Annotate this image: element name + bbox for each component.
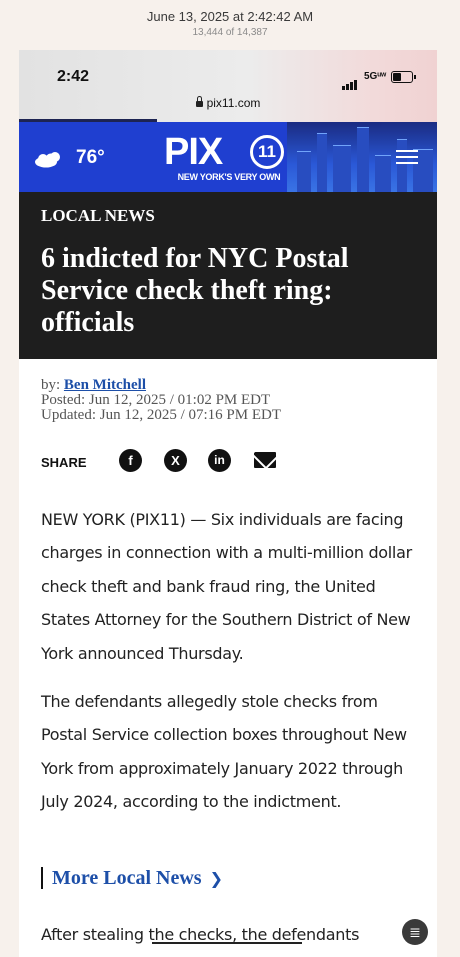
photos-header: June 13, 2025 at 2:42:42 AM 13,444 of 14… bbox=[0, 0, 460, 50]
facebook-icon[interactable]: f bbox=[119, 449, 142, 472]
updated-date: Updated: Jun 12, 2025 / 07:16 PM EDT bbox=[41, 407, 281, 423]
address-bar[interactable]: pix11.com bbox=[19, 96, 437, 110]
linkedin-icon[interactable]: in bbox=[208, 449, 231, 472]
logo-tagline: NEW YORK'S VERY OWN bbox=[177, 172, 281, 182]
photo-date: June 13, 2025 at 2:42:42 AM bbox=[146, 9, 314, 24]
hamburger-menu-icon[interactable] bbox=[396, 150, 418, 168]
share-bar: SHARE f X in bbox=[41, 449, 341, 475]
strike-line bbox=[152, 942, 302, 944]
article-body: NEW YORK (PIX11) — Six individuals are f… bbox=[41, 503, 421, 834]
status-time: 2:42 bbox=[57, 68, 90, 85]
x-icon[interactable]: X bbox=[164, 449, 187, 472]
status-bar: 2:42 5Gᵘʷ pix11.com bbox=[19, 50, 437, 122]
posted-date: Posted: Jun 12, 2025 / 01:02 PM EDT bbox=[41, 392, 271, 408]
share-label: SHARE bbox=[41, 455, 87, 470]
lock-icon bbox=[195, 96, 203, 107]
email-icon[interactable] bbox=[254, 452, 276, 468]
temperature[interactable]: 76° bbox=[76, 147, 105, 169]
network-label: 5Gᵘʷ bbox=[364, 71, 387, 82]
article-paragraph: NEW YORK (PIX11) — Six individuals are f… bbox=[41, 510, 412, 663]
section-kicker[interactable]: LOCAL NEWS bbox=[41, 206, 155, 226]
reader-icon[interactable]: ≣ bbox=[402, 919, 428, 945]
photo-count: 13,444 of 14,387 bbox=[192, 27, 268, 38]
author-link[interactable]: Ben Mitchell bbox=[64, 377, 146, 393]
article-paragraph: The defendants allegedly stole checks fr… bbox=[41, 692, 407, 812]
pix11-logo[interactable]: PIX 11 NEW YORK'S VERY OWN bbox=[164, 131, 294, 185]
more-local-news-link[interactable]: More Local News ❯ bbox=[41, 867, 223, 889]
cloud-sun-icon[interactable] bbox=[33, 150, 67, 173]
more-link-label: More Local News bbox=[52, 867, 202, 889]
logo-text: PIX bbox=[164, 131, 223, 173]
url-text: pix11.com bbox=[206, 96, 261, 110]
article-header: LOCAL NEWS 6 indicted for NYC Postal Ser… bbox=[19, 192, 437, 359]
site-header: 76° PIX 11 NEW YORK'S VERY OWN bbox=[19, 122, 437, 192]
byline-prefix: by: bbox=[41, 377, 61, 393]
logo-number: 11 bbox=[250, 135, 284, 169]
chevron-right-icon: ❯ bbox=[209, 869, 223, 888]
battery-icon bbox=[391, 71, 416, 83]
signal-icon bbox=[342, 72, 358, 90]
article-headline: 6 indicted for NYC Postal Service check … bbox=[41, 243, 349, 338]
phone-screen: 2:42 5Gᵘʷ pix11.com 76° PIX 11 NEW YORK'… bbox=[19, 50, 437, 957]
byline: by: Ben Mitchell Posted: Jun 12, 2025 / … bbox=[41, 378, 281, 423]
